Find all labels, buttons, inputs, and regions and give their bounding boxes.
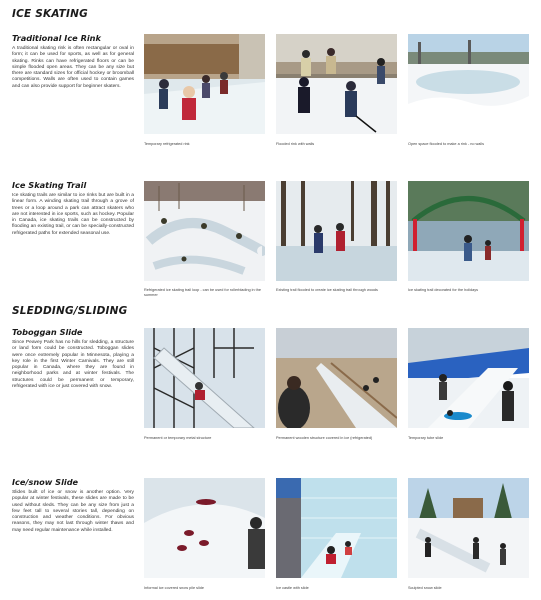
text-traditional-ice-rink: A traditional skating rink is often rect… (12, 46, 134, 89)
caption-metal-structure: Permanent or temporary metal structure (144, 436, 212, 440)
caption-sculpted-snow-slide: Sculpted snow slide (408, 586, 442, 590)
text-toboggan-slide: Since Peavey Park has no hills for sledd… (12, 340, 134, 390)
photo-temporary-rink (144, 34, 265, 134)
photo-metal-structure (144, 328, 265, 428)
caption-trail-woods: Existing trail flooded to create ice ska… (276, 288, 378, 292)
caption-wooden-structure: Permanent wooden structure covered in ic… (276, 436, 373, 440)
photo-trail-loop (144, 181, 265, 281)
caption-ice-castle-slide: Ice castle with slide (276, 586, 309, 590)
caption-open-space-rink: Open space flooded to make a rink - no w… (408, 142, 484, 146)
photo-ice-castle-slide (276, 478, 397, 578)
heading-ice-skating-trail: Ice Skating Trail (12, 180, 87, 190)
photo-trail-holidays (408, 181, 529, 281)
text-ice-skating-trail: Ice skating trails are similar to ice ri… (12, 193, 134, 236)
section-title-sledding: SLEDDING/SLIDING (12, 305, 128, 317)
heading-toboggan-slide: Toboggan Slide (12, 327, 83, 337)
caption-trail-holidays: Ice skating trail decorated for the holi… (408, 288, 479, 292)
photo-open-space-rink (408, 34, 529, 134)
caption-snow-pile-slide: Informal ice covered snow pile slide (144, 586, 204, 590)
text-ice-snow-slide: Slides built of ice or snow is another o… (12, 490, 134, 533)
photo-tube-slide (408, 328, 529, 428)
caption-trail-loop: Refrigerated ice skating trail loop - ca… (144, 288, 261, 297)
photo-trail-woods (276, 181, 397, 281)
photo-snow-pile-slide (144, 478, 265, 578)
photo-wooden-structure (276, 328, 397, 428)
photo-sculpted-snow-slide (408, 478, 529, 578)
heading-traditional-ice-rink: Traditional Ice Rink (12, 33, 101, 43)
caption-flooded-rink: Flooded rink with walls (276, 142, 315, 146)
section-title-ice-skating: ICE SKATING (12, 8, 88, 20)
caption-tube-slide: Temporary tube slide (408, 436, 444, 440)
photo-flooded-rink-walls (276, 34, 397, 134)
heading-ice-snow-slide: Ice/snow Slide (12, 477, 79, 487)
caption-temporary-rink: Temporary refrigerated rink (144, 142, 190, 146)
